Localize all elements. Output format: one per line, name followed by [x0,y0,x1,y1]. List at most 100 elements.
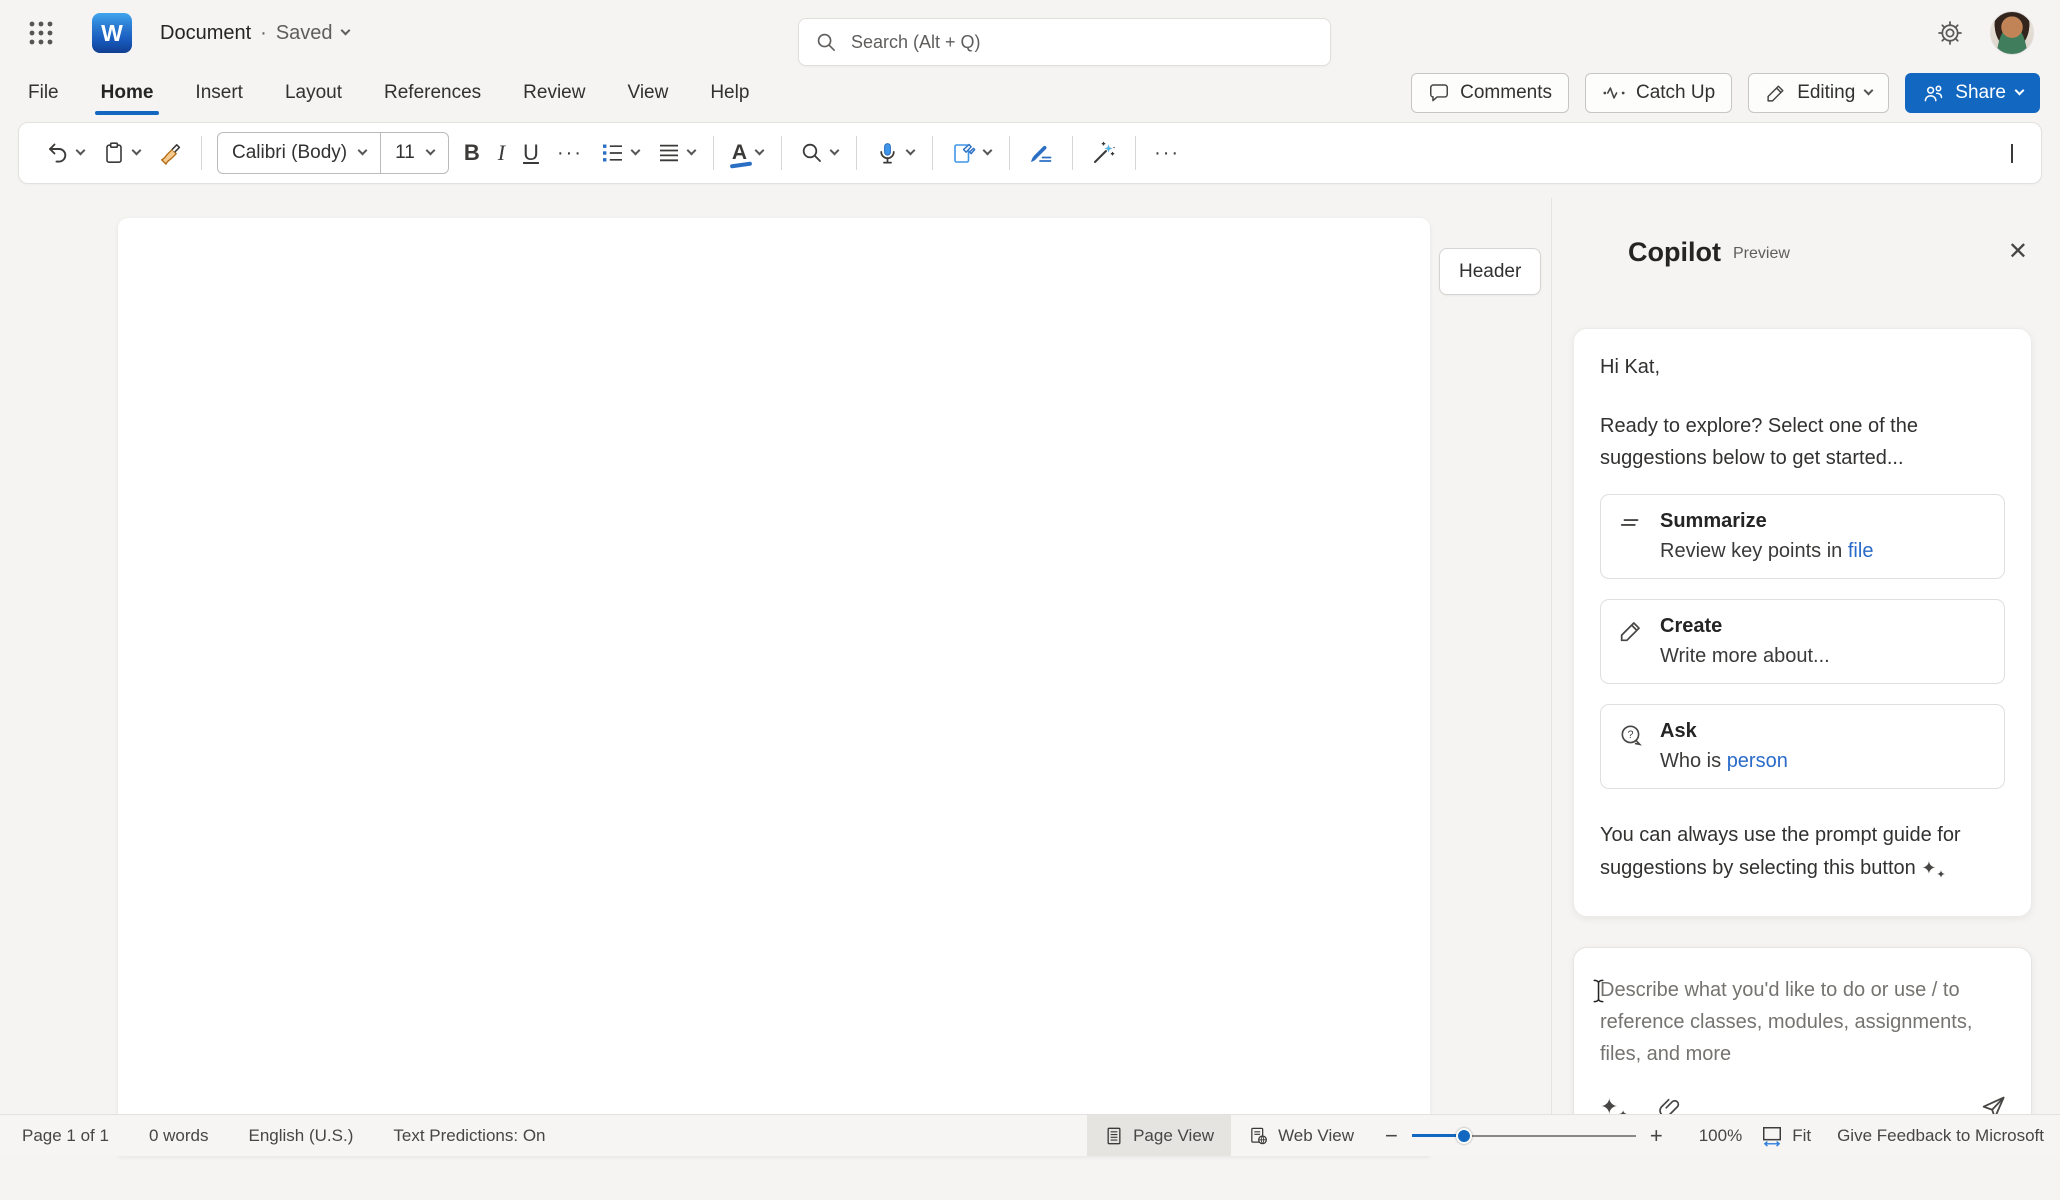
bullet-list-button[interactable] [592,133,648,173]
person-link[interactable]: person [1727,750,1788,772]
ribbon-toolbar: Calibri (Body) 11 B I U ··· [18,122,2042,184]
suggestion-create[interactable]: Create Write more about... [1600,599,2005,684]
prompt-placeholder: Describe what you'd like to do or use / … [1600,974,2007,1070]
main-area: Header Copilot Pre [0,198,2060,1156]
search-input[interactable] [851,32,1314,53]
italic-button[interactable]: I [489,132,514,174]
menu-references[interactable]: References [382,69,483,117]
find-button[interactable] [791,133,847,173]
zoom-in-button[interactable]: + [1636,1123,1677,1149]
font-size-dropdown[interactable]: 11 [381,142,448,164]
user-avatar[interactable] [1990,11,2034,55]
document-title-group[interactable]: Document · Saved [160,22,349,45]
menu-help[interactable]: Help [708,69,751,117]
page-with-pens-icon [951,140,977,166]
paste-button[interactable] [93,133,149,173]
font-name-value: Calibri (Body) [232,142,347,164]
people-icon [1922,82,1945,105]
bold-button[interactable]: B [455,132,489,174]
page-count[interactable]: Page 1 of 1 [22,1126,109,1146]
chevron-down-icon [2015,86,2025,96]
word-count[interactable]: 0 words [149,1126,209,1146]
app-launcher-icon[interactable] [24,16,58,50]
menu-file[interactable]: File [26,69,61,117]
summarize-lines-icon [1618,513,1644,563]
language-selector[interactable]: English (U.S.) [249,1126,354,1146]
catch-up-button[interactable]: Catch Up [1585,73,1732,113]
collapse-ribbon-button[interactable] [2001,134,2023,172]
editing-mode-button[interactable]: Editing [1748,73,1889,113]
font-size-value: 11 [395,142,415,164]
undo-button[interactable] [37,133,93,173]
chevron-down-icon [983,146,993,156]
menu-insert[interactable]: Insert [193,69,245,117]
chevron-down-icon [1864,86,1874,96]
auto-rewrite-button[interactable] [1082,132,1126,174]
zoom-out-button[interactable]: − [1371,1123,1412,1149]
suggestion-summarize[interactable]: Summarize Review key points in file [1600,494,2005,579]
title-separator: · [260,22,267,45]
close-icon[interactable]: ✕ [2004,236,2032,268]
file-link[interactable]: file [1848,540,1874,562]
comment-bubble-icon [1428,82,1450,104]
align-justify-icon [657,141,681,165]
comments-button[interactable]: Comments [1411,73,1569,113]
format-painter-button[interactable] [149,133,192,174]
desc-text: Who is [1660,750,1727,772]
suggestion-desc: Review key points in file [1660,540,1873,563]
save-status: Saved [276,22,333,45]
copilot-prompt-input[interactable]: Describe what you'd like to do or use / … [1573,947,2032,1138]
editing-label: Editing [1797,82,1855,104]
web-view-button[interactable]: Web View [1231,1115,1371,1156]
zoom-slider[interactable] [1412,1128,1636,1144]
copilot-title: Copilot [1628,237,1721,268]
chevron-down-icon [686,146,696,156]
status-right: Page View Web View − + [1087,1115,2060,1156]
fit-to-width-button[interactable]: Fit [1760,1125,1837,1147]
find-magnifier-icon [800,141,824,165]
editor-button[interactable] [1019,132,1063,174]
settings-gear-icon[interactable] [1936,19,1964,47]
more-font-options-button[interactable]: ··· [548,134,592,173]
tip-text: You can always use the prompt guide for … [1600,824,1961,879]
page-view-button[interactable]: Page View [1087,1115,1231,1156]
suggestion-title: Ask [1660,720,1788,743]
bullet-list-icon [601,141,625,165]
font-name-dropdown[interactable]: Calibri (Body) [218,142,380,164]
more-commands-button[interactable]: ··· [1145,134,1189,173]
text-cursor-icon [1590,978,1608,1004]
slider-thumb[interactable] [1456,1128,1472,1144]
divider [1135,136,1136,170]
feedback-link[interactable]: Give Feedback to Microsoft [1837,1126,2060,1146]
text-styles-button[interactable]: A [723,133,772,173]
chevron-down-icon [425,146,435,156]
menu-review[interactable]: Review [521,69,587,117]
document-title: Document [160,22,251,45]
copilot-logo-icon [1579,234,1615,270]
menu-home[interactable]: Home [99,69,156,117]
menu-view[interactable]: View [625,69,670,117]
suggestion-desc: Write more about... [1660,645,1830,668]
comments-label: Comments [1460,82,1552,104]
share-button[interactable]: Share [1905,73,2040,113]
document-page[interactable] [118,218,1430,1156]
divider [781,136,782,170]
chevron-down-icon [132,146,142,156]
sparkle-icon: ✦✦ [1921,858,1945,878]
catch-up-label: Catch Up [1636,82,1715,104]
dictate-button[interactable] [866,133,923,174]
word-app-icon[interactable]: W [92,13,132,53]
underline-button[interactable]: U [514,132,548,174]
font-combo: Calibri (Body) 11 [217,132,449,174]
designer-button[interactable] [942,132,1000,174]
search-bar[interactable] [798,18,1331,66]
text-predictions-toggle[interactable]: Text Predictions: On [393,1126,545,1146]
suggestion-ask[interactable]: ? Ask Who is person [1600,704,2005,789]
header-section-tab[interactable]: Header [1439,248,1541,295]
align-justify-button[interactable] [648,133,704,173]
menu-layout[interactable]: Layout [283,69,344,117]
fit-icon [1760,1125,1784,1147]
copilot-panel: Copilot Preview ✕ Hi Kat, Ready to explo… [1551,198,2060,1156]
suggestion-body: Create Write more about... [1660,615,1830,668]
zoom-level[interactable]: 100% [1677,1126,1760,1146]
